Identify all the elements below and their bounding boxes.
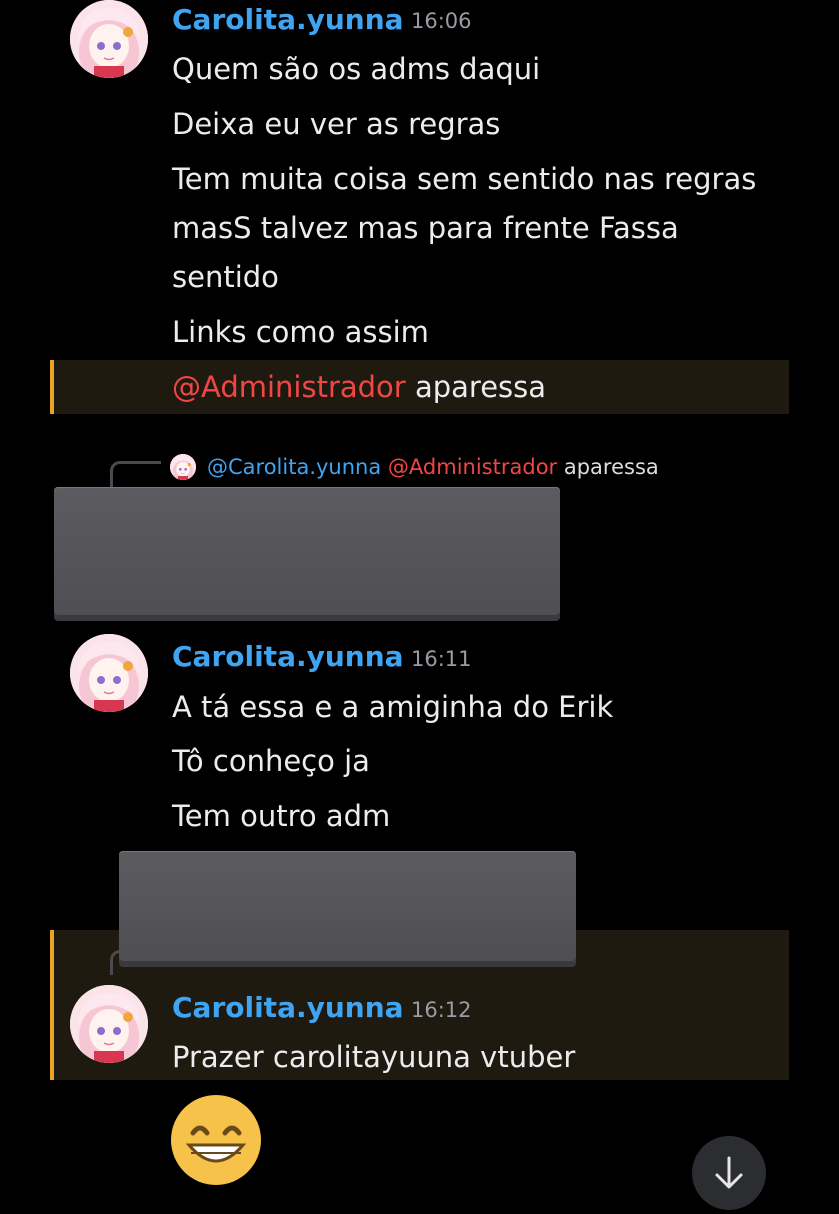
- username[interactable]: Carolita.yunna: [172, 3, 404, 36]
- avatar-image: [70, 985, 148, 1063]
- avatar[interactable]: [70, 634, 148, 712]
- message-text: Deixa eu ver as regras: [172, 107, 501, 141]
- role-mention[interactable]: @Administrador: [172, 370, 406, 404]
- message-text: sentido: [172, 260, 279, 294]
- message-text: Tem outro adm: [172, 799, 391, 833]
- timestamp: 16:06: [411, 9, 472, 33]
- reply-avatar-image: [170, 454, 196, 480]
- message-text: Quem são os adms daqui: [172, 52, 541, 86]
- avatar[interactable]: [70, 0, 148, 78]
- message-text: Tem muita coisa sem sentido nas regras: [172, 162, 757, 196]
- redacted-block: [54, 487, 560, 615]
- username[interactable]: Carolita.yunna: [172, 640, 404, 673]
- avatar-image: [70, 0, 148, 78]
- message-text: A tá essa e a amiginha do Erik: [172, 690, 614, 724]
- reply-mention: @Administrador: [387, 455, 558, 479]
- scroll-to-bottom-button[interactable]: [692, 1136, 766, 1210]
- mention-message: @Administrador aparessa: [172, 363, 546, 411]
- mention-highlight-bar: [50, 930, 54, 1080]
- avatar[interactable]: [70, 985, 148, 1063]
- message-text: Prazer carolitayuuna vtuber: [172, 1040, 576, 1074]
- reply-username[interactable]: @Carolita.yunna: [207, 455, 381, 479]
- message-text: masS talvez mas para frente Fassa: [172, 211, 679, 245]
- reply-avatar[interactable]: [170, 454, 196, 480]
- arrow-down-icon: [715, 1156, 743, 1189]
- reply-preview[interactable]: @Carolita.yunna @Administrador aparessa: [207, 455, 659, 479]
- reply-text: aparessa: [557, 455, 659, 479]
- message-text: aparessa: [405, 370, 547, 404]
- username[interactable]: Carolita.yunna: [172, 991, 404, 1024]
- avatar-image: [70, 634, 148, 712]
- grinning-emoji-icon: [171, 1095, 261, 1185]
- message-text: Tô conheço ja: [172, 744, 370, 778]
- timestamp: 16:12: [411, 998, 472, 1022]
- timestamp: 16:11: [411, 647, 472, 671]
- mention-highlight-bar: [50, 360, 54, 414]
- emoji[interactable]: [169, 1093, 263, 1187]
- redacted-block: [119, 851, 576, 961]
- message-text: Links como assim: [172, 315, 429, 349]
